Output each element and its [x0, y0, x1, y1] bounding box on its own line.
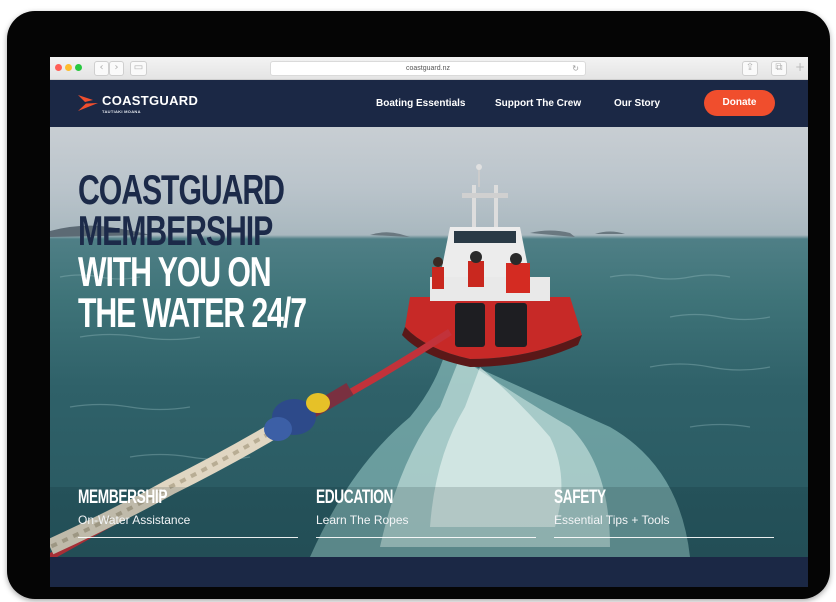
- hero-section: COASTGUARD MEMBERSHIP WITH YOU ON THE WA…: [50, 127, 808, 557]
- sidebar-icon: ▭: [133, 62, 144, 73]
- card-subtitle: On-Water Assistance: [78, 513, 191, 527]
- sidebar-button[interactable]: ▭: [130, 61, 147, 76]
- back-button[interactable]: ‹: [94, 61, 109, 76]
- nav-boating-essentials[interactable]: Boating Essentials: [376, 98, 465, 109]
- site-header: COASTGUARD TAUTIAKI MOANA Boating Essent…: [50, 80, 808, 127]
- card-title: MEMBERSHIP: [78, 487, 168, 508]
- card-title: SAFETY: [554, 487, 606, 508]
- address-bar[interactable]: coastguard.nz ↻: [270, 61, 586, 76]
- hero-cards: MEMBERSHIP On-Water Assistance EDUCATION…: [50, 487, 808, 538]
- close-window-icon[interactable]: [55, 64, 62, 71]
- hero-headline: COASTGUARD MEMBERSHIP WITH YOU ON THE WA…: [78, 166, 307, 337]
- card-subtitle: Essential Tips + Tools: [554, 513, 670, 527]
- nav-support-the-crew[interactable]: Support The Crew: [495, 98, 581, 109]
- tabs-button[interactable]: ⧉: [771, 61, 787, 76]
- tabs-icon: ⧉: [775, 62, 783, 73]
- card-education[interactable]: EDUCATION Learn The Ropes: [316, 487, 536, 538]
- forward-button[interactable]: ›: [109, 61, 124, 76]
- nav-our-story[interactable]: Our Story: [614, 98, 660, 109]
- card-safety[interactable]: SAFETY Essential Tips + Tools: [554, 487, 774, 538]
- plus-icon: +: [794, 60, 806, 74]
- brand-tagline: TAUTIAKI MOANA: [102, 109, 141, 114]
- headline-line-2: MEMBERSHIP: [78, 207, 273, 255]
- minimize-window-icon[interactable]: [65, 64, 72, 71]
- new-tab-button[interactable]: +: [794, 61, 806, 74]
- share-button[interactable]: ⇪: [742, 61, 758, 76]
- browser-toolbar: ‹ › ▭ coastguard.nz ↻ ⇪ ⧉ +: [50, 57, 808, 80]
- device-frame: ‹ › ▭ coastguard.nz ↻ ⇪ ⧉ + COASTGUARD T…: [7, 11, 830, 599]
- chevron-right-icon: ›: [114, 62, 119, 73]
- reload-icon[interactable]: ↻: [572, 62, 579, 75]
- zoom-window-icon[interactable]: [75, 64, 82, 71]
- brand-name[interactable]: COASTGUARD: [102, 93, 198, 108]
- headline-line-4: THE WATER 24/7: [78, 289, 307, 337]
- url-text: coastguard.nz: [406, 65, 450, 72]
- headline-line-3: WITH YOU ON: [78, 248, 272, 296]
- card-membership[interactable]: MEMBERSHIP On-Water Assistance: [78, 487, 298, 538]
- share-icon: ⇪: [745, 62, 755, 73]
- coastguard-logo-icon[interactable]: [77, 94, 99, 112]
- headline-line-1: COASTGUARD: [78, 166, 285, 213]
- chevron-left-icon: ‹: [99, 62, 104, 73]
- card-subtitle: Learn The Ropes: [316, 513, 409, 527]
- card-title: EDUCATION: [316, 487, 394, 508]
- donate-button[interactable]: Donate: [704, 90, 775, 116]
- page-below-hero: [50, 557, 808, 587]
- browser-window: ‹ › ▭ coastguard.nz ↻ ⇪ ⧉ + COASTGUARD T…: [50, 57, 808, 587]
